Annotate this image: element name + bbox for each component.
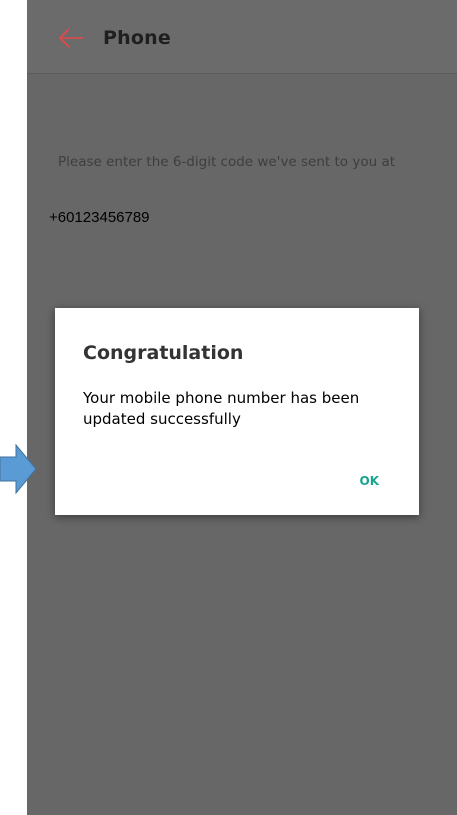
screenshot-stage: Phone Please enter the 6-digit code we'v… (0, 0, 457, 815)
success-dialog: Congratulation Your mobile phone number … (55, 308, 419, 515)
dialog-message: Your mobile phone number has been update… (83, 389, 360, 428)
app-bar: Phone (27, 0, 457, 74)
dialog-title: Congratulation (83, 342, 244, 364)
arrow-right-icon (0, 443, 37, 495)
ok-button[interactable]: OK (360, 474, 380, 488)
arrow-left-icon[interactable] (57, 24, 85, 52)
page-title: Phone (103, 27, 171, 49)
phone-number-text: +60123456789 (49, 209, 150, 226)
instruction-text: Please enter the 6-digit code we've sent… (58, 154, 396, 170)
